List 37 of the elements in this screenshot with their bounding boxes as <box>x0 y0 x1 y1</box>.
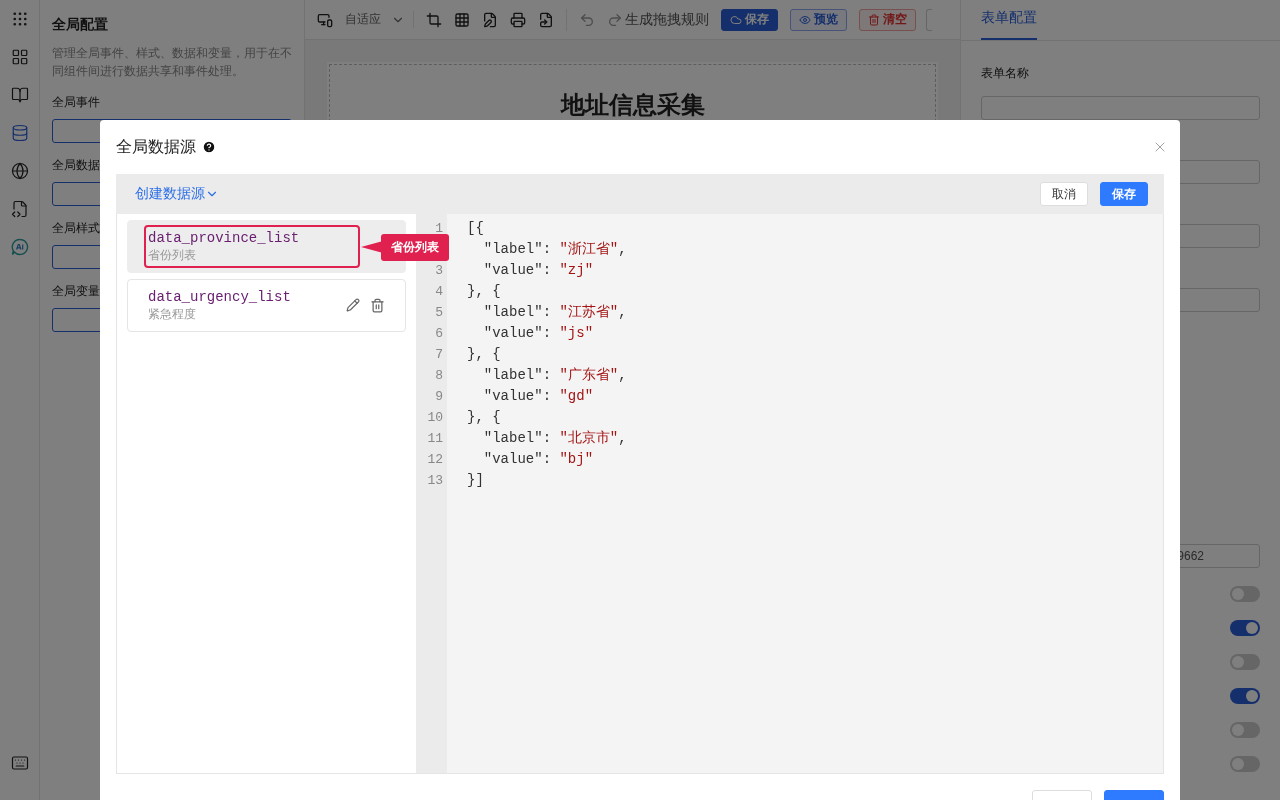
code-line: "label": "浙江省", <box>482 240 628 259</box>
line-number: 9 <box>435 388 443 406</box>
code-line: "value": "js" <box>482 324 595 343</box>
datasource-description: 紧急程度 <box>148 305 197 323</box>
code-line: }, { <box>467 345 502 364</box>
line-number: 7 <box>435 346 443 364</box>
line-number: 12 <box>427 451 443 469</box>
code-line: "value": "bj" <box>482 450 595 469</box>
line-number: 5 <box>435 304 443 322</box>
panel-title: 全局配置 <box>52 16 109 34</box>
field-label: 表单名称 <box>981 65 1029 82</box>
datasource-name: data_province_list <box>148 229 300 246</box>
line-number: 6 <box>435 325 443 343</box>
code-line: [{ <box>467 219 485 238</box>
section-label: 全局样式 <box>52 220 100 237</box>
code-line: "value": "gd" <box>482 387 595 406</box>
dialog-title: 全局数据源 <box>116 136 196 157</box>
code-line: "value": "zj" <box>482 261 595 280</box>
code-line: }] <box>467 471 485 490</box>
callout-label: 省份列表 <box>381 234 449 261</box>
code-line: "label": "北京市", <box>482 429 628 448</box>
line-number: 4 <box>435 283 443 301</box>
line-number: 10 <box>427 409 443 427</box>
line-number: 11 <box>427 430 443 448</box>
section-label: 全局事件 <box>52 94 100 111</box>
form-title: 地址信息采集 <box>560 90 705 120</box>
code-line: "label": "广东省", <box>482 366 628 385</box>
datasource-description: 省份列表 <box>148 246 197 264</box>
line-number: 8 <box>435 367 443 385</box>
datasource-name: data_urgency_list <box>148 288 291 305</box>
section-label: 全局变量 <box>52 283 100 300</box>
code-line: "label": "江苏省", <box>482 303 628 322</box>
line-number: 3 <box>435 262 443 280</box>
line-number: 13 <box>427 472 443 490</box>
code-line: }, { <box>467 282 502 301</box>
section-label: 全局数据 <box>52 157 100 174</box>
code-line: }, { <box>467 408 502 427</box>
